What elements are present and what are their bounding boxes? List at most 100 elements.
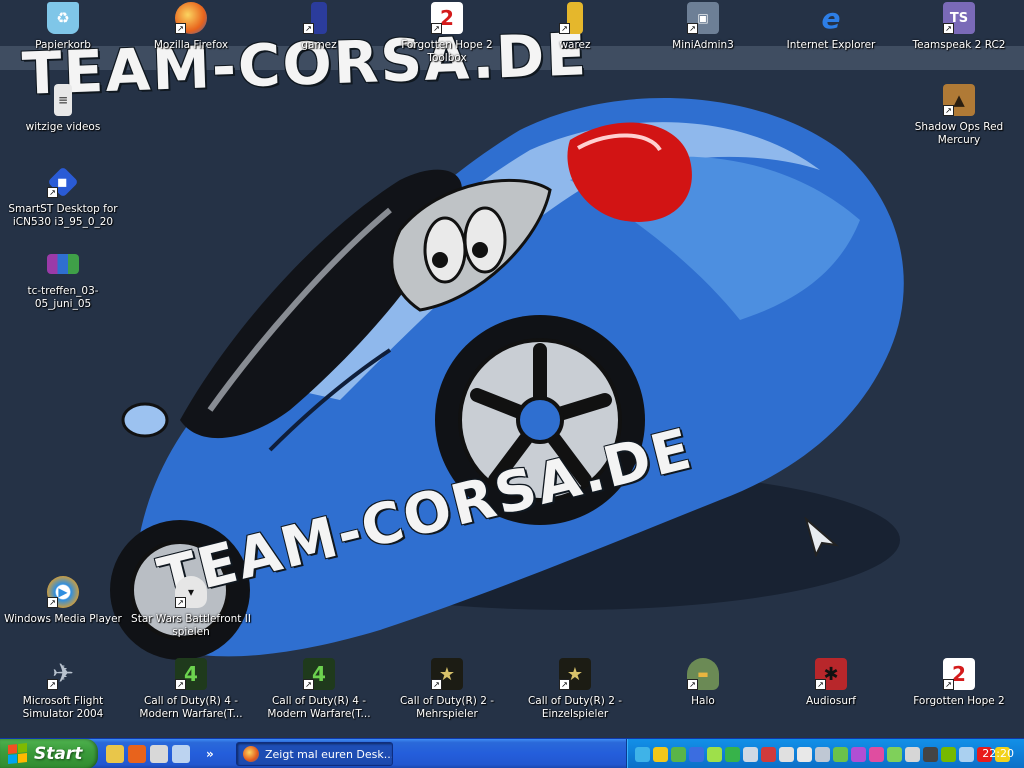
settings-icon[interactable] xyxy=(959,746,974,762)
messenger-icon[interactable] xyxy=(671,746,686,762)
icon-label: MiniAdmin3 xyxy=(672,39,734,51)
desktop-icon-smartst[interactable]: ◆ ↗ SmartST Desktop for iCN530 i3_95_0_20 xyxy=(2,164,124,238)
clover-icon[interactable] xyxy=(725,746,740,762)
icon-label: Internet Explorer xyxy=(786,39,876,51)
firefox-icon[interactable] xyxy=(128,745,146,763)
icon-label: gamez xyxy=(301,39,337,51)
display-icon[interactable] xyxy=(797,746,812,762)
desktop-icon-internet-explorer[interactable]: e Internet Explorer xyxy=(770,0,892,74)
desktop-icon-forgotten-hope-toolbox[interactable]: 2 ↗ Forgotten Hope 2 Toolbox xyxy=(386,0,508,74)
computer-icon: ▣ ↗ xyxy=(687,2,719,34)
shortcut-arrow-icon: ↗ xyxy=(943,23,954,34)
mouse-cursor-icon xyxy=(804,517,840,557)
shadow-ops-icon: ▲ ↗ xyxy=(943,84,975,116)
media-icon[interactable] xyxy=(150,745,168,763)
quick-launch-more-button[interactable]: » xyxy=(206,747,214,761)
user-icon[interactable] xyxy=(833,746,848,762)
update-icon[interactable] xyxy=(887,746,902,762)
shortcut-arrow-icon: ↗ xyxy=(431,679,442,690)
winrar-archive-icon xyxy=(47,248,79,280)
desktop-icon-shadow-ops[interactable]: ▲ ↗ Shadow Ops Red Mercury xyxy=(898,82,1020,156)
text-file-icon: ≡ xyxy=(47,84,79,116)
show-desktop-folder-icon[interactable] xyxy=(106,745,124,763)
desktop-icon-warez[interactable]: ↗ warez xyxy=(514,0,636,74)
audiosurf-icon: ✱ ↗ xyxy=(815,658,847,690)
internet-explorer-icon: e xyxy=(815,2,847,35)
chat-icon[interactable] xyxy=(707,746,722,762)
shortcut-arrow-icon: ↗ xyxy=(175,597,186,608)
clock[interactable]: 22:20 xyxy=(982,747,1014,760)
arrow-icon[interactable] xyxy=(815,746,830,762)
nvidia-icon[interactable] xyxy=(941,746,956,762)
icon-glyph: ≡ xyxy=(54,84,72,116)
icon-label: Audiosurf xyxy=(806,695,856,707)
shortcut-arrow-icon: ↗ xyxy=(559,679,570,690)
icon-label: Call of Duty(R) 4 - Modern Warfare(T... xyxy=(139,695,243,720)
taskbar-window-button[interactable]: Zeigt mal euren Desk... xyxy=(236,742,393,766)
desktop-icon-winrar-archive[interactable]: tc-treffen_03-05_juni_05 xyxy=(2,246,124,320)
icon-label: Forgotten Hope 2 xyxy=(913,695,1005,707)
desktop-icon-flight-simulator[interactable]: ✈ ↗ Microsoft Flight Simulator 2004 xyxy=(2,656,124,730)
airplane-icon: ✈ ↗ xyxy=(47,658,79,690)
shortcut-arrow-icon: ↗ xyxy=(815,679,826,690)
desktop-icon-media-player[interactable]: ▶ ↗ Windows Media Player xyxy=(2,574,124,648)
teamspeak-icon: TS ↗ xyxy=(943,2,975,34)
cod2-icon: ★ ↗ xyxy=(431,658,463,690)
desktop-icon-cod2-singleplayer[interactable]: ★ ↗ Call of Duty(R) 2 - Einzelspieler xyxy=(514,656,636,730)
icon-label: Shadow Ops Red Mercury xyxy=(914,121,1004,146)
quick-launch-bar: » xyxy=(106,743,214,765)
desktop-icon-firefox[interactable]: ↗ Mozilla Firefox xyxy=(130,0,252,74)
network-icon[interactable] xyxy=(635,746,650,762)
shortcut-arrow-icon: ↗ xyxy=(687,679,698,690)
icon-label: Windows Media Player xyxy=(4,613,122,625)
forgotten-hope-icon: 2 ↗ xyxy=(943,658,975,690)
icon-label: Papierkorb xyxy=(35,39,91,51)
start-button[interactable]: Start xyxy=(0,739,98,768)
desktop-icon-recycle-bin[interactable]: ♻ Papierkorb xyxy=(2,0,124,74)
icon-label: Star Wars Battlefront II spielen xyxy=(131,613,251,638)
remove-hardware-icon[interactable] xyxy=(743,746,758,762)
desktop-icon-witzige-videos[interactable]: ≡ witzige videos xyxy=(2,82,124,156)
forgotten-hope-icon: 2 ↗ xyxy=(431,2,463,34)
firefox-icon xyxy=(243,746,259,762)
desktop-icon-battlefront[interactable]: ▾ ↗ Star Wars Battlefront II spielen xyxy=(130,574,252,648)
desktop-icon-gamez[interactable]: ↗ gamez xyxy=(258,0,380,74)
desktop-icon-cod4-b[interactable]: 4 ↗ Call of Duty(R) 4 - Modern Warfare(T.… xyxy=(258,656,380,730)
security-shield-icon[interactable] xyxy=(653,746,668,762)
shortcut-arrow-icon: ↗ xyxy=(943,679,954,690)
icon-label: Call of Duty(R) 2 - Mehrspieler xyxy=(399,695,495,720)
bluetooth-icon[interactable] xyxy=(689,746,704,762)
game-icon[interactable] xyxy=(851,746,866,762)
icon-glyph xyxy=(47,254,79,274)
icon-label: SmartST Desktop for iCN530 i3_95_0_20 xyxy=(8,203,118,228)
desktop-icon-audiosurf[interactable]: ✱ ↗ Audiosurf xyxy=(770,656,892,730)
window-switch-icon[interactable] xyxy=(172,745,190,763)
stormtrooper-icon: ▾ ↗ xyxy=(175,576,207,608)
taskbar-window-label: Zeigt mal euren Desk... xyxy=(265,747,393,761)
system-tray: 22:20 xyxy=(626,739,1024,768)
icon-label: warez xyxy=(559,39,591,51)
icon-label: Halo xyxy=(691,695,715,707)
recycle-bin-icon: ♻ xyxy=(47,2,79,34)
taskbar: Start » Zeigt mal euren Desk... 22:20 xyxy=(0,738,1024,768)
halo-icon: ▬ ↗ xyxy=(687,658,719,690)
logo-quadrant xyxy=(18,743,27,753)
desktop-icon-teamspeak[interactable]: TS ↗ Teamspeak 2 RC2 xyxy=(898,0,1020,74)
desktop-icon-miniadmin[interactable]: ▣ ↗ MiniAdmin3 xyxy=(642,0,764,74)
folder-yellow-icon: ↗ xyxy=(559,2,591,34)
logo-quadrant xyxy=(8,744,17,755)
logo-quadrant xyxy=(8,754,17,765)
terminal-icon[interactable] xyxy=(923,746,938,762)
desktop-icon-forgotten-hope[interactable]: 2 ↗ Forgotten Hope 2 xyxy=(898,656,1020,730)
antivirus-icon[interactable] xyxy=(761,746,776,762)
windows-logo-icon xyxy=(8,743,28,765)
shortcut-arrow-icon: ↗ xyxy=(175,679,186,690)
icon-label: Mozilla Firefox xyxy=(153,39,229,51)
desktop-icon-halo[interactable]: ▬ ↗ Halo xyxy=(642,656,764,730)
shortcut-arrow-icon: ↗ xyxy=(303,679,314,690)
desktop-icon-cod2-multiplayer[interactable]: ★ ↗ Call of Duty(R) 2 - Mehrspieler xyxy=(386,656,508,730)
monitor-icon[interactable] xyxy=(779,746,794,762)
speaker-icon[interactable] xyxy=(905,746,920,762)
ball-icon[interactable] xyxy=(869,746,884,762)
desktop-icon-cod4-a[interactable]: 4 ↗ Call of Duty(R) 4 - Modern Warfare(T.… xyxy=(130,656,252,730)
